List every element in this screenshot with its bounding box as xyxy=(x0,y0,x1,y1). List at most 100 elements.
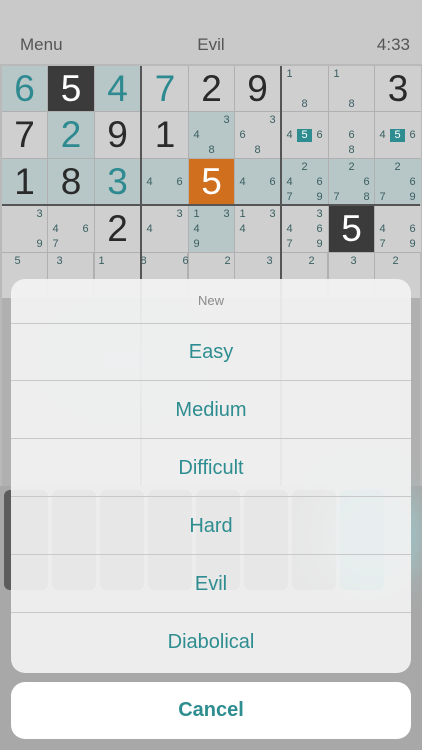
sudoku-cell[interactable]: 5 xyxy=(189,159,234,204)
pencil-mark: 3 xyxy=(269,114,276,126)
cell-value: 3 xyxy=(107,161,128,202)
cell-value: 7 xyxy=(154,68,176,109)
cell-value: 2 xyxy=(60,114,82,155)
sudoku-cell[interactable]: 6 xyxy=(2,66,47,111)
pencil-mark: 3 xyxy=(269,208,276,220)
pencil-mark: 2 xyxy=(301,161,308,173)
pencil-mark: 2 xyxy=(392,255,399,267)
pencil-mark: 5 xyxy=(297,129,312,142)
sudoku-cell[interactable]: 3 xyxy=(95,159,140,204)
sudoku-cell[interactable]: 34 xyxy=(142,206,188,252)
sudoku-cell[interactable]: 1 xyxy=(142,112,188,158)
option-hard[interactable]: Hard xyxy=(11,497,411,555)
sudoku-cell[interactable]: 7 xyxy=(142,66,188,111)
option-evil[interactable]: Evil xyxy=(11,555,411,613)
sudoku-cell[interactable]: 9 xyxy=(235,66,280,111)
cell-value: 2 xyxy=(201,68,222,109)
pencil-mark: 1 xyxy=(286,68,293,80)
sudoku-cell[interactable]: 5 xyxy=(48,66,94,111)
pencil-mark: 3 xyxy=(350,255,357,267)
cell-value: 1 xyxy=(154,114,176,155)
pencil-mark: 4 xyxy=(52,223,59,235)
pencil-mark: 3 xyxy=(223,208,230,220)
option-easy[interactable]: Easy xyxy=(11,323,411,381)
pencil-mark: 4 xyxy=(379,223,386,235)
sudoku-cell[interactable]: 4 xyxy=(95,66,140,111)
pencil-mark: 4 xyxy=(239,223,246,235)
sudoku-cell[interactable]: 46 xyxy=(142,159,188,204)
pencil-mark: 6 xyxy=(269,176,276,188)
pencil-mark: 7 xyxy=(286,191,293,203)
sudoku-cell[interactable]: 18 xyxy=(329,66,374,111)
sudoku-cell[interactable]: 4 6 7 9 xyxy=(375,206,421,252)
sudoku-cell[interactable]: 8 xyxy=(48,159,94,204)
sudoku-cell[interactable]: 1 3 4 xyxy=(235,206,280,252)
sudoku-cell[interactable]: 2 xyxy=(48,112,94,158)
sudoku-cell[interactable]: 1 3 4 9 xyxy=(189,206,234,252)
sudoku-cell[interactable]: 456 xyxy=(375,112,421,158)
sudoku-cell[interactable]: 2 xyxy=(189,66,234,111)
sudoku-cell[interactable]: 46 xyxy=(235,159,280,204)
pencil-mark: 4 xyxy=(239,176,246,188)
pencil-mark: 7 xyxy=(379,238,386,250)
sudoku-cell[interactable]: 3 4 6 7 9 xyxy=(282,206,328,252)
sudoku-cell[interactable]: 9 xyxy=(95,112,140,158)
pencil-mark: 6 xyxy=(409,223,416,235)
pencil-mark: 9 xyxy=(409,191,416,203)
cancel-button[interactable]: Cancel xyxy=(11,682,411,739)
pencil-mark: 8 xyxy=(348,98,355,110)
new-game-action-sheet: New Easy Medium Difficult Hard Evil Diab… xyxy=(11,279,411,673)
sudoku-cell[interactable]: 456 xyxy=(282,112,328,158)
cell-value: 6 xyxy=(14,68,35,109)
pencil-mark: 6 xyxy=(176,176,183,188)
cell-value: 1 xyxy=(14,161,35,202)
sudoku-cell[interactable]: 2 xyxy=(95,206,140,252)
cell-value: 8 xyxy=(60,161,82,202)
sudoku-cell[interactable]: 24 6 7 9 xyxy=(282,159,328,204)
cell-value: 2 xyxy=(107,208,128,249)
cell-value: 5 xyxy=(341,208,362,249)
pencil-mark: 4 xyxy=(193,129,200,141)
sudoku-cell[interactable]: 3 68 xyxy=(235,112,280,158)
option-medium[interactable]: Medium xyxy=(11,381,411,439)
pencil-mark: 4 xyxy=(146,176,153,188)
box-divider xyxy=(2,204,420,206)
sudoku-cell[interactable]: 26 7 9 xyxy=(375,159,421,204)
pencil-mark: 6 xyxy=(409,129,416,141)
sudoku-cell[interactable]: 1 xyxy=(2,159,47,204)
pencil-mark: 3 xyxy=(36,208,43,220)
pencil-mark: 7 xyxy=(286,238,293,250)
pencil-mark: 4 xyxy=(286,176,293,188)
pencil-mark: 1 xyxy=(98,255,105,267)
pencil-mark: 9 xyxy=(36,238,43,250)
sudoku-cell[interactable]: 3 48 xyxy=(189,112,234,158)
sudoku-cell[interactable]: 7 xyxy=(2,112,47,158)
pencil-mark: 6 xyxy=(363,176,370,188)
pencil-mark: 9 xyxy=(316,238,323,250)
pencil-mark: 9 xyxy=(193,238,200,250)
pencil-mark: 9 xyxy=(316,191,323,203)
sudoku-cell[interactable]: 26 7 8 xyxy=(329,159,374,204)
option-difficult[interactable]: Difficult xyxy=(11,439,411,497)
sudoku-cell[interactable]: 18 xyxy=(282,66,328,111)
pencil-mark: 7 xyxy=(333,191,340,203)
option-diabolical[interactable]: Diabolical xyxy=(11,613,411,671)
pencil-mark: 6 xyxy=(82,223,89,235)
cell-value: 7 xyxy=(14,114,35,155)
pencil-mark: 4 xyxy=(379,129,386,141)
pencil-mark: 6 xyxy=(409,176,416,188)
pencil-mark: 6 xyxy=(348,129,355,141)
pencil-mark: 6 xyxy=(239,129,246,141)
pencil-mark: 2 xyxy=(224,255,231,267)
pencil-mark: 5 xyxy=(390,129,405,142)
sudoku-cell[interactable]: 3 xyxy=(375,66,421,111)
sudoku-cell[interactable]: 68 xyxy=(329,112,374,158)
pencil-mark: 8 xyxy=(208,144,215,156)
sudoku-cell[interactable]: 4 6 7 xyxy=(48,206,94,252)
pencil-mark: 2 xyxy=(308,255,315,267)
pencil-mark: 6 xyxy=(316,223,323,235)
sudoku-cell[interactable]: 5 xyxy=(329,206,374,252)
cell-value: 9 xyxy=(247,68,268,109)
sudoku-cell[interactable]: 39 xyxy=(2,206,47,252)
pencil-mark: 8 xyxy=(301,98,308,110)
